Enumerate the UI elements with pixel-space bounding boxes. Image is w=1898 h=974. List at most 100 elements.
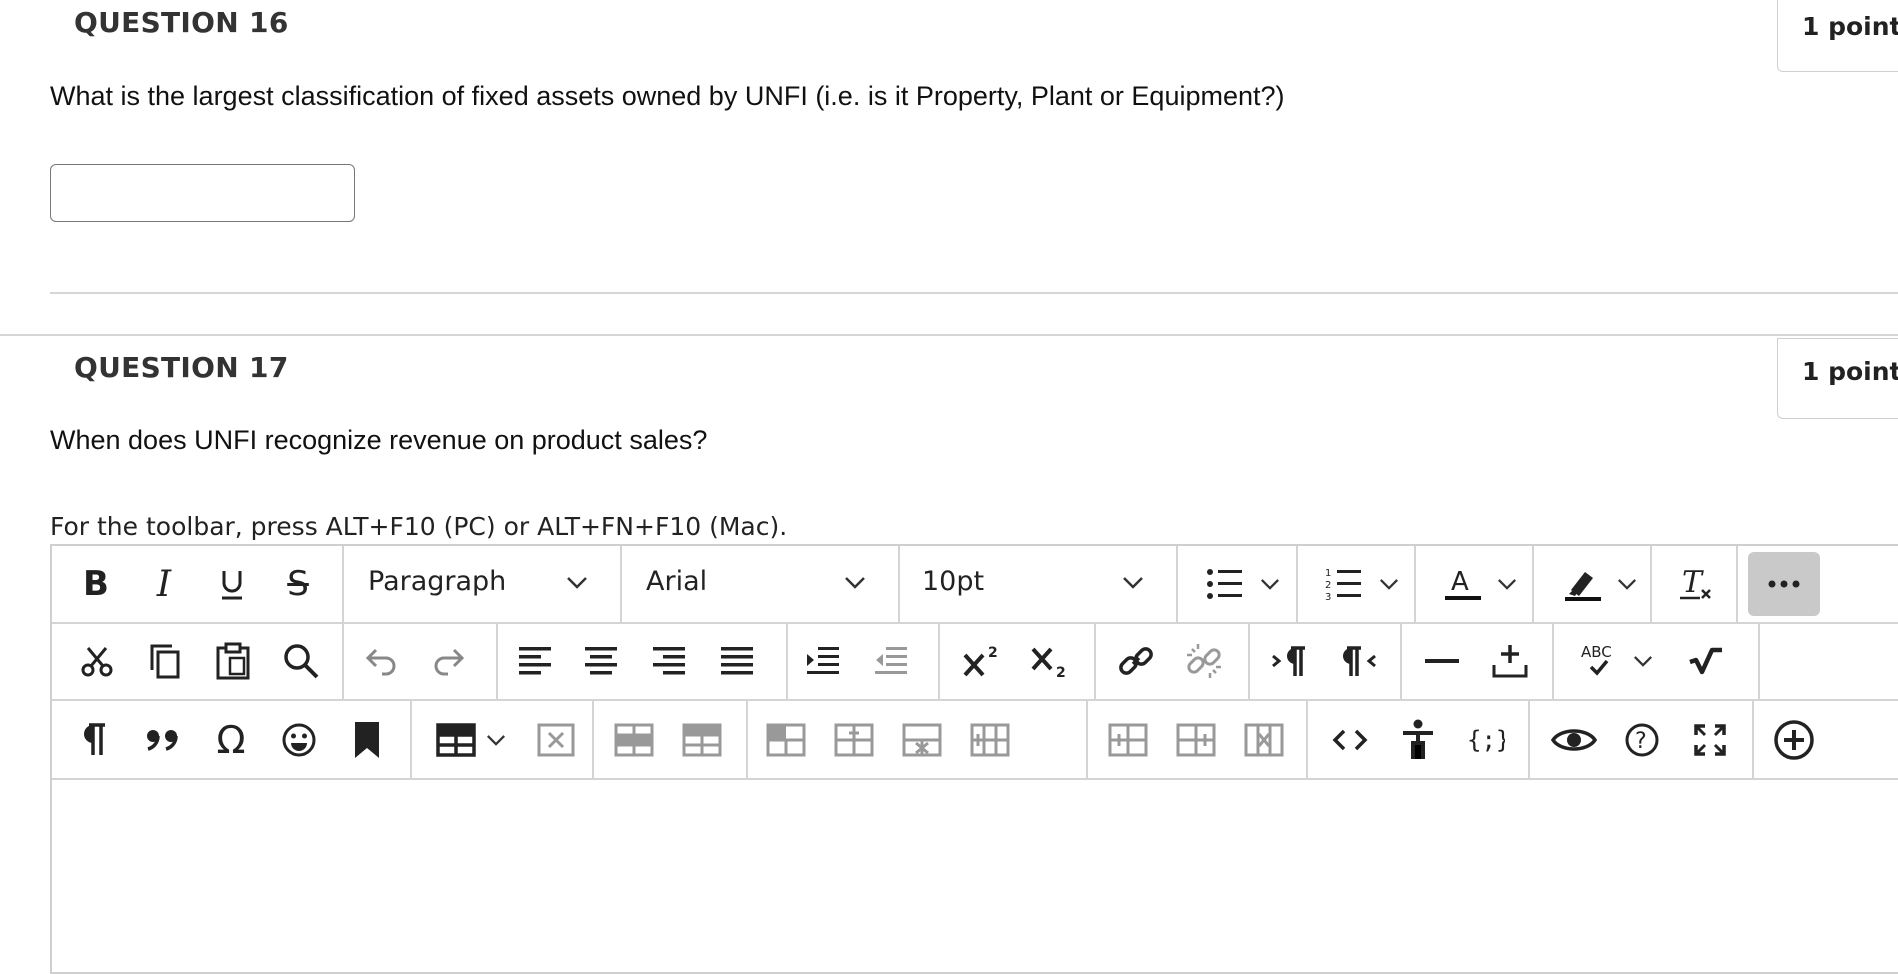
- paste-button[interactable]: [210, 638, 256, 684]
- insert-row-before-button[interactable]: [760, 717, 812, 763]
- editor-content-area[interactable]: [52, 780, 1898, 970]
- chevron-down-icon: [1123, 577, 1143, 589]
- special-character-button[interactable]: Ω: [208, 717, 254, 763]
- horizontal-line-icon: [1425, 659, 1459, 663]
- align-left-icon: [519, 647, 551, 675]
- add-content-button[interactable]: [1768, 715, 1820, 765]
- accessibility-icon: [1403, 719, 1433, 759]
- font-size-select[interactable]: 10pt: [900, 546, 1176, 622]
- find-replace-button[interactable]: [278, 638, 324, 684]
- spellcheck-button[interactable]: ABC: [1568, 638, 1664, 684]
- anchor-button[interactable]: [344, 717, 390, 763]
- toolbar-row-1: B I S Paragraph Arial 10pt 123 A T: [52, 546, 1898, 624]
- delete-table-icon: [537, 723, 575, 757]
- indent-icon: [807, 647, 839, 674]
- source-code-button[interactable]: [1324, 717, 1376, 763]
- ltr-button[interactable]: [1264, 638, 1316, 684]
- bookmark-icon: [355, 722, 379, 758]
- table-button[interactable]: [426, 717, 516, 763]
- insert-col-after-button[interactable]: [1102, 717, 1154, 763]
- insert-col-before-icon: [970, 723, 1010, 757]
- remove-link-button[interactable]: [1178, 638, 1230, 684]
- toolbar-row-2: 2 2 ABC: [52, 624, 1898, 701]
- insert-row-after-icon: [834, 723, 874, 757]
- block-format-select[interactable]: Paragraph: [344, 546, 620, 622]
- svg-text:T: T: [1682, 566, 1704, 600]
- insert-row-before-icon: [766, 723, 806, 757]
- insert-row-after-button[interactable]: [828, 717, 880, 763]
- underline-button[interactable]: [208, 560, 256, 608]
- preview-button[interactable]: [1546, 717, 1602, 763]
- align-left-button[interactable]: [512, 638, 558, 684]
- svg-text:3: 3: [1325, 592, 1331, 601]
- copy-button[interactable]: [142, 638, 188, 684]
- clear-formatting-button[interactable]: T: [1672, 560, 1720, 608]
- delete-col-button[interactable]: [1238, 717, 1290, 763]
- more-button[interactable]: [1748, 552, 1820, 616]
- emoticons-button[interactable]: [276, 717, 322, 763]
- insert-template-button[interactable]: {;}: [1460, 717, 1512, 763]
- font-family-select[interactable]: Arial: [622, 546, 898, 622]
- superscript-icon: 2: [963, 645, 998, 677]
- align-right-button[interactable]: [646, 638, 692, 684]
- question-17-text: When does UNFI recognize revenue on prod…: [50, 425, 708, 455]
- copy-icon: [150, 644, 180, 679]
- accessibility-checker-button[interactable]: [1392, 717, 1444, 763]
- table-row-props-icon: [614, 723, 654, 757]
- cut-button[interactable]: [74, 638, 120, 684]
- redo-button[interactable]: [426, 638, 472, 684]
- insert-col-before-button[interactable]: [964, 717, 1016, 763]
- table-cell-props-button[interactable]: [676, 717, 728, 763]
- align-center-button[interactable]: [578, 638, 624, 684]
- show-blocks-button[interactable]: [72, 717, 118, 763]
- subscript-icon: 2: [1031, 647, 1066, 679]
- blockquote-button[interactable]: [140, 717, 186, 763]
- svg-text:1: 1: [1325, 568, 1331, 579]
- bullet-list-button[interactable]: [1198, 560, 1288, 608]
- bold-button[interactable]: B: [72, 560, 120, 608]
- toolbar-row-3: Ω {; ?: [52, 701, 1898, 780]
- outdent-icon: [875, 647, 907, 674]
- highlighter-icon: [1565, 572, 1601, 601]
- question-16-points: 1 points: [1777, 0, 1898, 72]
- math-editor-button[interactable]: [1680, 638, 1732, 684]
- numbered-list-button[interactable]: 123: [1316, 560, 1408, 608]
- text-color-button[interactable]: A: [1432, 560, 1528, 608]
- undo-button[interactable]: [358, 638, 404, 684]
- rtl-icon: [1343, 646, 1376, 676]
- insert-link-button[interactable]: [1110, 638, 1162, 684]
- square-root-icon: [1689, 647, 1722, 675]
- insert-content-button[interactable]: [1484, 638, 1536, 684]
- question-16-answer-input[interactable]: [50, 164, 355, 222]
- insert-content-icon: [1492, 645, 1528, 678]
- question-17-points: 1 points: [1777, 338, 1898, 419]
- justify-button[interactable]: [714, 638, 760, 684]
- svg-text:2: 2: [1325, 580, 1331, 591]
- split-cells-icon: [1176, 723, 1216, 757]
- table-row-props-button[interactable]: [608, 717, 660, 763]
- numbered-list-icon: 123: [1325, 568, 1361, 601]
- underline-icon: [222, 571, 242, 600]
- help-button[interactable]: ?: [1616, 717, 1668, 763]
- clipboard-icon: [216, 642, 250, 680]
- align-right-icon: [653, 647, 685, 675]
- highlight-color-button[interactable]: [1552, 560, 1648, 608]
- undo-icon: [365, 648, 396, 676]
- italic-button[interactable]: I: [140, 560, 188, 608]
- subscript-button[interactable]: 2: [1024, 638, 1080, 684]
- horizontal-line-button[interactable]: [1416, 638, 1468, 684]
- svg-text:{;}: {;}: [1467, 726, 1505, 754]
- strikethrough-button[interactable]: S: [274, 560, 322, 608]
- indent-button[interactable]: [800, 638, 846, 684]
- rtl-button[interactable]: [1332, 638, 1384, 684]
- spellcheck-icon: ABC: [1581, 643, 1612, 676]
- strikethrough-icon: S: [287, 564, 309, 604]
- bold-icon: B: [83, 564, 109, 604]
- chevron-down-icon: [1618, 578, 1636, 590]
- outdent-button[interactable]: [868, 638, 914, 684]
- fullscreen-button[interactable]: [1684, 717, 1736, 763]
- split-cells-button[interactable]: [1170, 717, 1222, 763]
- delete-table-button[interactable]: [530, 717, 582, 763]
- delete-row-button[interactable]: [896, 717, 948, 763]
- superscript-button[interactable]: 2: [956, 638, 1012, 684]
